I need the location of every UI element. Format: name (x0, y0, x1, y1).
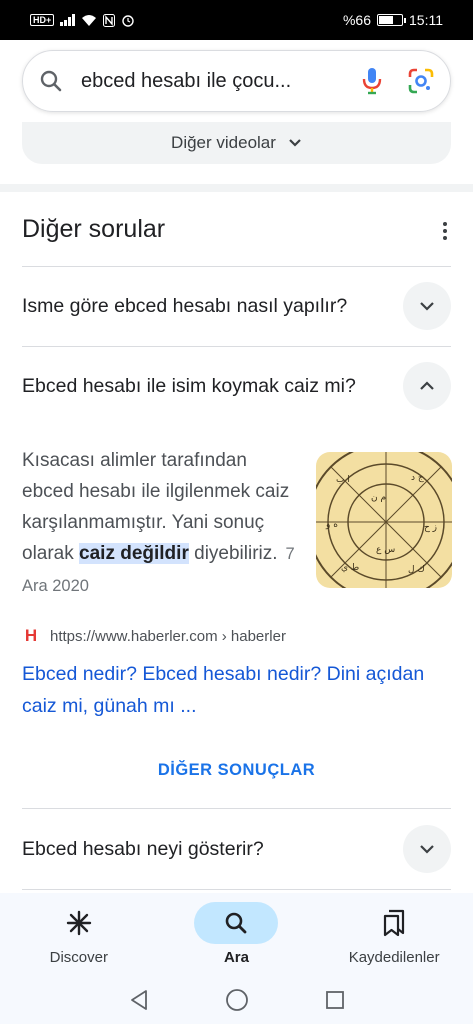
alarm-icon (121, 13, 135, 27)
nav-item-discover[interactable]: Discover (4, 893, 154, 975)
system-nav-bar (0, 975, 473, 1024)
status-left: HD+ (30, 13, 135, 27)
nfc-icon (103, 13, 116, 27)
svg-text:ج د: ج د (411, 473, 424, 483)
chevron-down-icon (420, 845, 434, 854)
nav-label: Kaydedilenler (348, 949, 440, 966)
divider (22, 808, 451, 809)
status-right: %66 15:11 (343, 12, 443, 28)
search-icon[interactable] (39, 69, 63, 93)
collapse-button[interactable] (403, 362, 451, 410)
search-icon (194, 902, 279, 944)
asterisk-icon (37, 902, 121, 944)
clock: 15:11 (409, 12, 443, 28)
svg-text:س ع: س ع (376, 545, 395, 555)
question-row-3[interactable]: Ebced hesabı neyi gösterir? (22, 825, 451, 873)
battery-fill (379, 16, 393, 24)
svg-text:م ن: م ن (371, 493, 386, 503)
chevron-down-icon (288, 138, 302, 148)
recents-icon[interactable] (325, 990, 345, 1010)
chevron-up-icon (420, 381, 434, 390)
search-query[interactable]: ebced hesabı ile çocu... (81, 70, 362, 93)
back-icon[interactable] (129, 989, 149, 1011)
svg-text:ز ح: ز ح (424, 523, 437, 533)
status-bar: HD+ %66 15:11 (0, 0, 473, 40)
question-row-2[interactable]: Ebced hesabı ile isim koymak caiz mi? (22, 362, 451, 410)
battery-percent: %66 (342, 12, 371, 28)
home-icon[interactable] (225, 988, 249, 1012)
search-header: ebced hesabı ile çocu... (0, 40, 473, 122)
nav-label: Discover (49, 949, 108, 966)
answer-text-after: diyebiliriz. (188, 543, 278, 564)
divider (22, 346, 451, 347)
source-favicon: H (24, 626, 38, 645)
chevron-down-icon (420, 302, 434, 311)
nav-item-search[interactable]: Ara (161, 893, 311, 975)
bottom-nav: Discover Ara Kaydedilenler (0, 893, 473, 975)
expand-button[interactable] (403, 282, 451, 330)
answer-highlight: caiz değildir (79, 543, 189, 564)
answer-thumbnail[interactable]: ا ب ج د ه و ز ح ط ي ك ل م ن س ع (316, 452, 452, 588)
bookmarks-icon (352, 902, 436, 944)
question-text: Ebced hesabı ile isim koymak caiz mi? (22, 374, 356, 397)
wifi-icon (81, 14, 97, 27)
more-videos-label: Diğer videolar (171, 133, 276, 152)
expand-button[interactable] (403, 825, 451, 873)
svg-text:ه و: ه و (325, 520, 338, 530)
search-bar[interactable]: ebced hesabı ile çocu... (22, 50, 451, 112)
nav-item-saved[interactable]: Kaydedilenler (319, 893, 469, 975)
hd-badge: HD+ (30, 14, 55, 26)
divider (22, 266, 451, 267)
divider (22, 889, 451, 890)
question-row-1[interactable]: Isme göre ebced hesabı nasıl yapılır? (22, 282, 451, 330)
nav-label: Ara (223, 949, 249, 966)
battery-icon (377, 14, 406, 26)
more-videos-button[interactable]: Diğer videolar (22, 122, 451, 164)
svg-text:ك ل: ك ل (408, 565, 425, 575)
source-row[interactable]: H https://www.haberler.com › haberler (22, 626, 286, 646)
svg-text:ا ب: ا ب (336, 475, 350, 485)
google-lens-icon[interactable] (408, 68, 434, 94)
svg-text:ط ي: ط ي (341, 563, 359, 573)
answer-snippet: Kısacası alimler tarafından ebced hesabı… (22, 445, 297, 602)
result-link[interactable]: Ebced nedir? Ebced hesabı nedir? Dini aç… (22, 658, 462, 722)
section-title: Diğer sorular (22, 215, 166, 243)
signal-icon (60, 14, 76, 26)
question-text: Isme göre ebced hesabı nasıl yapılır? (22, 294, 348, 317)
more-results-button[interactable]: DİĞER SONUÇLAR (0, 761, 473, 780)
microphone-icon[interactable] (362, 67, 382, 95)
section-separator (0, 184, 473, 192)
more-options-icon[interactable] (435, 218, 455, 244)
question-text: Ebced hesabı neyi gösterir? (22, 837, 264, 860)
source-url[interactable]: https://www.haberler.com › haberler (50, 628, 286, 645)
